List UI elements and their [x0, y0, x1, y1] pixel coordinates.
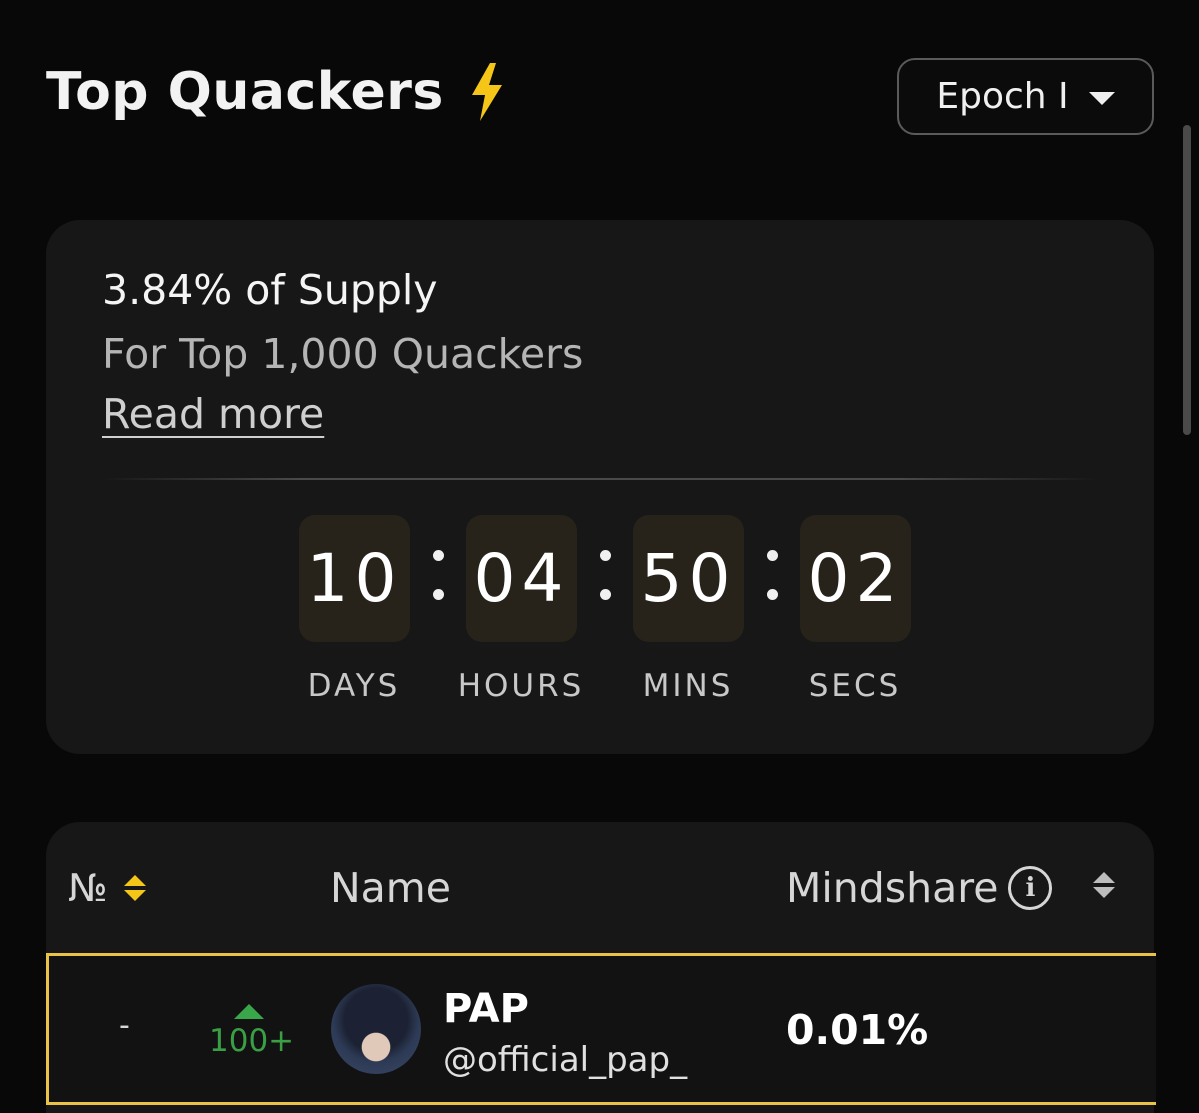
row-rank: - [119, 1008, 130, 1043]
column-header-mindshare-label: Mindshare [786, 864, 999, 912]
epoch-dropdown[interactable]: Epoch I [897, 58, 1154, 135]
countdown-secs-value: 02 [800, 515, 911, 642]
sort-icon[interactable] [123, 875, 146, 901]
column-header-rank-label: № [68, 866, 108, 910]
countdown-mins-value: 50 [633, 515, 744, 642]
countdown-timer: 10 04 50 02 DAYS HOURS MINS SECS [46, 220, 1154, 754]
column-header-mindshare: Mindshare i [786, 864, 1053, 912]
arrow-up-icon [234, 1004, 264, 1019]
column-header-name: Name [330, 864, 451, 912]
caret-down-icon [1088, 92, 1115, 105]
user-handle: @official_pap_ [443, 1040, 688, 1080]
avatar [331, 984, 421, 1074]
countdown-hours-value: 04 [466, 515, 577, 642]
countdown-separator [762, 550, 782, 600]
rank-change-value: 100+ [209, 1023, 295, 1059]
countdown-days-value: 10 [299, 515, 410, 642]
countdown-hours-label: HOURS [457, 668, 585, 704]
countdown-mins-label: MINS [642, 668, 734, 704]
info-icon[interactable]: i [1008, 866, 1053, 910]
page-title-text: Top Quackers [46, 62, 444, 122]
countdown-days-label: DAYS [307, 668, 401, 704]
scrollbar-thumb[interactable] [1183, 125, 1191, 435]
user-name: PAP [443, 986, 529, 1032]
countdown-separator [428, 550, 448, 600]
sort-icon[interactable] [1093, 872, 1115, 898]
countdown-secs-label: SECS [808, 668, 902, 704]
mindshare-value: 0.01% [786, 1006, 929, 1054]
supply-card: 3.84% of Supply For Top 1,000 Quackers R… [46, 220, 1154, 754]
epoch-dropdown-value: Epoch I [936, 76, 1069, 117]
leaderboard-page: Top Quackers Epoch I 3.84% of Supply For… [0, 0, 1199, 1113]
page-title: Top Quackers [46, 62, 504, 122]
rank-change: 100+ [209, 1004, 295, 1059]
column-header-rank[interactable]: № [68, 866, 146, 910]
table-row[interactable]: - 100+ PAP @official_pap_ 0.01% [46, 953, 1156, 1105]
countdown-separator [595, 550, 615, 600]
lightning-bolt-icon [470, 63, 504, 121]
